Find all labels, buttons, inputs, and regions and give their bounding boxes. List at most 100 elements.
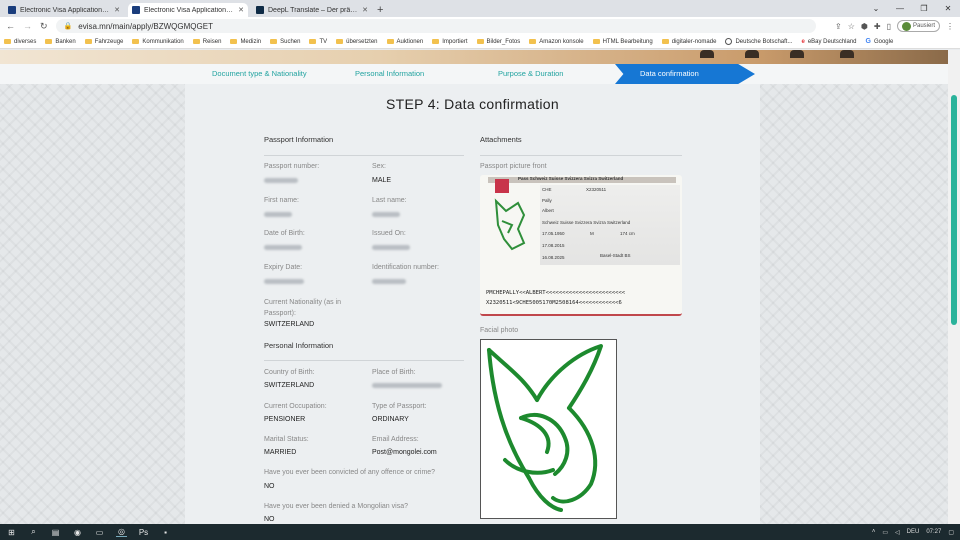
forward-arrow-icon[interactable]: → <box>23 21 32 31</box>
page-scrollbar[interactable] <box>948 50 960 524</box>
profile-button[interactable]: Pausiert <box>896 20 940 32</box>
bookmark-item[interactable]: Medizin <box>230 39 261 45</box>
bookmark-item[interactable]: Banken <box>45 39 76 45</box>
chevron-up-icon[interactable]: ˄ <box>872 529 876 535</box>
bookmark-item[interactable]: TV <box>309 39 327 45</box>
section-title-attachments: Attachments <box>480 135 522 144</box>
folder-icon <box>192 39 200 44</box>
redacted-expiry <box>264 279 304 284</box>
redacted-passport-number <box>264 178 298 183</box>
bookmark-item[interactable]: übersetzten <box>336 39 378 45</box>
url-text[interactable]: evisa.mn/main/apply/BZWQGMQGET <box>78 22 213 31</box>
lock-icon[interactable]: 🔒 <box>64 22 73 30</box>
facial-photo-image[interactable] <box>480 339 617 519</box>
task-view-icon[interactable]: ▤ <box>50 528 61 537</box>
photoshop-icon[interactable]: Ps <box>138 528 149 537</box>
folder-icon <box>661 39 669 44</box>
browser-tab[interactable]: Electronic Visa Application Syste ✕ <box>4 3 124 17</box>
bookmark-item[interactable]: Bilder_Fotos <box>476 39 520 45</box>
bookmark-item[interactable]: Auktionen <box>386 39 423 45</box>
camel-silhouette <box>790 50 804 58</box>
chrome-icon[interactable]: ◎ <box>116 527 127 537</box>
bookmark-item[interactable]: Fahrzeuge <box>84 39 123 45</box>
value-sex: MALE <box>372 177 392 184</box>
value-passport-type: ORDINARY <box>372 416 409 423</box>
network-icon[interactable]: ▭ <box>882 529 888 536</box>
bookmark-item[interactable]: Deutsche Botschaft... <box>725 38 792 45</box>
clock[interactable]: 07:27 <box>926 529 941 535</box>
chevron-down-icon[interactable]: ⌄ <box>864 4 888 13</box>
close-window-icon[interactable]: ✕ <box>936 4 960 13</box>
language-indicator[interactable]: DEU <box>907 529 920 535</box>
label-nationality: Current Nationality (as in Passport): <box>264 299 342 317</box>
passport-picture-image[interactable]: Pass Schweiz Suisse Svizzera Svizra Swit… <box>480 175 682 316</box>
toolbar-icons: ⇪ ☆ ⬢ ✚ ▯ Pausiert ⋮ <box>835 20 954 32</box>
windows-start-icon[interactable]: ⊞ <box>6 528 17 537</box>
bookmark-item[interactable]: G Google <box>866 38 894 45</box>
passport-issued: 17.08.2015 <box>542 243 565 248</box>
passport-mrz: PMCHEPALLY<<ALBERT<<<<<<<<<<<<<<<<<<<<<<… <box>486 288 625 308</box>
passport-given-name: Albert <box>542 208 554 213</box>
extension-icon[interactable]: ⬢ <box>861 22 868 31</box>
profile-label: Pausiert <box>912 23 935 29</box>
url-bar[interactable]: 🔒 evisa.mn/main/apply/BZWQGMQGET <box>55 19 816 33</box>
step-personal-information[interactable]: Personal Information <box>355 64 424 84</box>
search-icon[interactable]: ⌕ <box>28 527 39 537</box>
folder-icon <box>230 39 238 44</box>
label-passport-type: Type of Passport: <box>372 403 427 410</box>
whatsapp-icon[interactable]: ◉ <box>72 528 83 537</box>
value-convicted: NO <box>264 483 275 490</box>
value-occupation: PENSIONER <box>264 416 306 423</box>
sidebar-icon[interactable]: ▯ <box>887 22 891 31</box>
bookmark-item[interactable]: diverses <box>4 39 36 45</box>
divider <box>480 155 682 156</box>
tab-title: Electronic Visa Application Syste <box>144 6 234 14</box>
new-tab-button[interactable]: + <box>377 3 383 17</box>
reload-icon[interactable]: ↻ <box>40 21 48 32</box>
close-tab-icon[interactable]: ✕ <box>238 6 244 14</box>
close-tab-icon[interactable]: ✕ <box>362 6 368 14</box>
label-marital-status: Marital Status: <box>264 436 309 443</box>
page-title: STEP 4: Data confirmation <box>386 96 559 112</box>
scrollbar-thumb[interactable] <box>951 95 957 325</box>
tab-title: DeepL Translate – Der präziseste <box>268 6 358 14</box>
restore-icon[interactable]: ❐ <box>912 4 936 13</box>
folder-icon <box>529 39 537 44</box>
close-tab-icon[interactable]: ✕ <box>114 6 120 14</box>
label-passport-number: Passport number: <box>264 163 320 170</box>
bookmark-item[interactable]: Reisen <box>192 39 221 45</box>
step-purpose-duration[interactable]: Purpose & Duration <box>498 64 563 84</box>
file-explorer-icon[interactable]: ▭ <box>94 528 105 537</box>
bookmark-item[interactable]: Amazon konsole <box>529 39 584 45</box>
step-data-confirmation[interactable]: Data confirmation <box>615 64 755 84</box>
camel-silhouette <box>700 50 714 58</box>
notification-icon[interactable]: ▢ <box>948 529 954 536</box>
value-country-of-birth: SWITZERLAND <box>264 382 315 389</box>
passport-nationality: Schweiz Suisse Svizzera Svizra Switzerla… <box>542 220 631 225</box>
label-expiry: Expiry Date: <box>264 264 303 271</box>
bookmark-item[interactable]: Suchen <box>270 39 300 45</box>
app-icon[interactable]: ▪ <box>160 528 171 537</box>
bookmark-item[interactable]: e eBay Deutschland <box>801 39 856 45</box>
share-icon[interactable]: ⇪ <box>835 22 842 31</box>
step-document-type[interactable]: Document type & Nationality <box>212 64 307 84</box>
label-first-name: First name: <box>264 197 300 204</box>
folder-icon <box>432 39 440 44</box>
minimize-icon[interactable]: — <box>888 4 912 13</box>
menu-dots-icon[interactable]: ⋮ <box>946 22 954 31</box>
bookmark-item[interactable]: digitaler-nomade <box>661 39 716 45</box>
browser-tab[interactable]: DeepL Translate – Der präziseste ✕ <box>252 3 372 17</box>
camel-silhouette <box>745 50 759 58</box>
browser-tab-active[interactable]: Electronic Visa Application Syste ✕ <box>128 3 248 17</box>
bookmarks-bar: diverses Banken Fahrzeuge Kommunikation … <box>0 35 960 49</box>
bookmark-item[interactable]: HTML Bearbeitung <box>592 39 653 45</box>
label-place-of-birth: Place of Birth: <box>372 369 416 376</box>
bookmark-star-icon[interactable]: ☆ <box>848 22 855 31</box>
deepl-favicon-icon <box>256 6 264 14</box>
volume-icon[interactable]: ◁ <box>895 529 900 536</box>
bookmark-item[interactable]: Importiert <box>432 39 468 45</box>
bookmark-item[interactable]: Kommunikation <box>132 39 184 45</box>
step-progress-bar: Document type & Nationality Personal Inf… <box>0 64 948 84</box>
back-arrow-icon[interactable]: ← <box>6 21 15 31</box>
puzzle-icon[interactable]: ✚ <box>874 22 881 31</box>
